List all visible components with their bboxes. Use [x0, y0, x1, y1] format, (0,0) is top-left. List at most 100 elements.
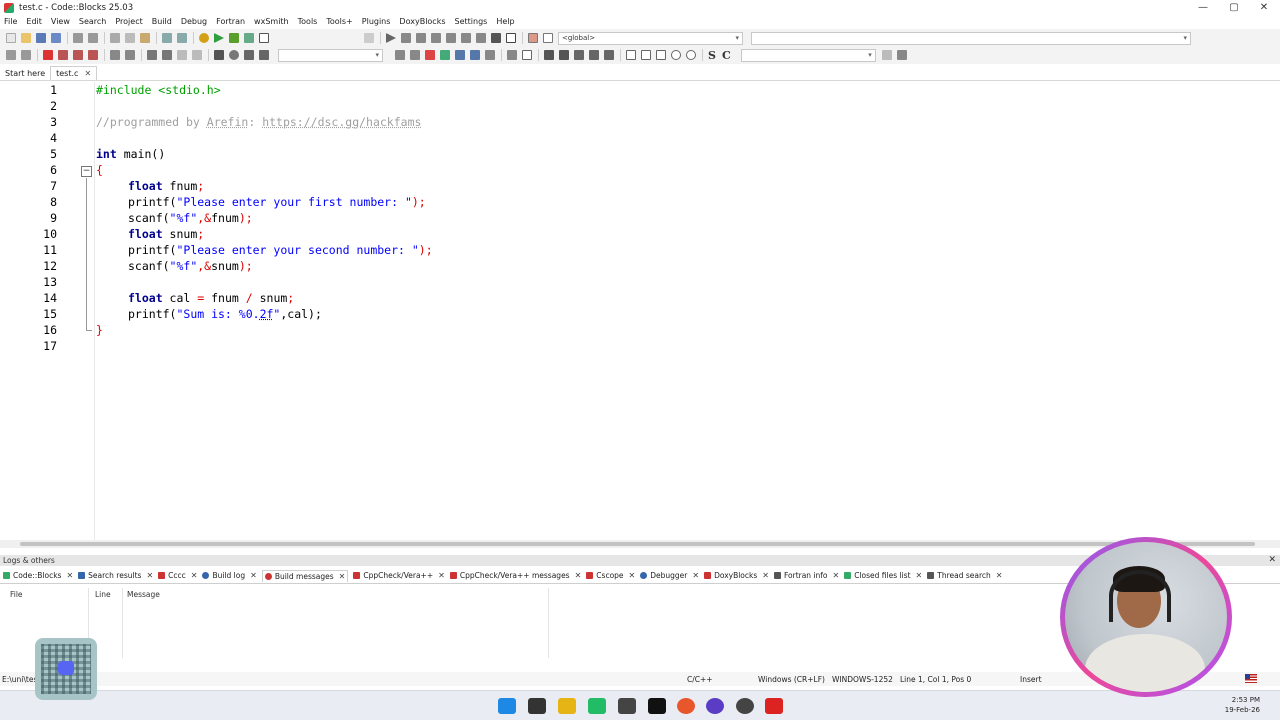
debug-start-icon[interactable] [386, 33, 396, 43]
panel-b-icon[interactable] [641, 50, 651, 60]
layout-a-icon[interactable] [574, 50, 584, 60]
symbol-c-button[interactable]: C [722, 49, 731, 62]
log-tab-build-log[interactable]: Build log ✕ [202, 571, 257, 580]
menu-help[interactable]: Help [496, 17, 514, 26]
tab-test-c[interactable]: test.c ✕ [50, 66, 98, 80]
close-icon[interactable]: ✕ [339, 572, 346, 581]
find-next-icon[interactable] [410, 50, 420, 60]
log-tab-cscope[interactable]: Cscope ✕ [586, 571, 635, 580]
close-icon[interactable]: ✕ [762, 571, 769, 580]
close-icon[interactable]: ✕ [833, 571, 840, 580]
browser-icon[interactable] [706, 698, 724, 714]
jump-back-icon[interactable] [147, 50, 157, 60]
debug-info-icon[interactable] [543, 33, 553, 43]
view-b-icon[interactable] [559, 50, 569, 60]
editor-horizontal-scrollbar[interactable] [0, 540, 1280, 548]
menu-search[interactable]: Search [79, 17, 106, 26]
scope-combo[interactable]: <global> ▾ [558, 31, 743, 45]
regex-icon[interactable] [440, 50, 450, 60]
log-tab-build-messages[interactable]: Build messages ✕ [261, 569, 349, 582]
log-tab-codeblocks[interactable]: Code::Blocks ✕ [3, 571, 73, 580]
find-icon[interactable] [162, 33, 172, 43]
log-tab-cppcheck[interactable]: CppCheck/Vera++ ✕ [353, 571, 445, 580]
uncomment-icon[interactable] [125, 50, 135, 60]
log-tab-debugger[interactable]: Debugger ✕ [640, 571, 699, 580]
close-icon[interactable]: ✕ [575, 571, 582, 580]
open-file-icon[interactable] [21, 33, 31, 43]
chrome-icon[interactable] [736, 698, 754, 714]
column-file[interactable]: File [10, 590, 23, 599]
column-line[interactable]: Line [95, 590, 111, 599]
step-instruction-icon[interactable] [476, 33, 486, 43]
rectangle-icon[interactable] [522, 50, 532, 60]
close-icon[interactable]: ✕ [692, 571, 699, 580]
menu-plugins[interactable]: Plugins [362, 17, 391, 26]
view-a-icon[interactable] [544, 50, 554, 60]
terminal-icon[interactable] [528, 698, 546, 714]
run-icon[interactable] [214, 33, 224, 43]
symbol-search-icon[interactable] [881, 50, 892, 60]
highlight-icon[interactable] [425, 50, 435, 60]
close-icon[interactable]: ✕ [250, 571, 257, 580]
menu-project[interactable]: Project [115, 17, 142, 26]
log-tab-doxyblocks[interactable]: DoxyBlocks ✕ [704, 571, 769, 580]
menu-edit[interactable]: Edit [26, 17, 42, 26]
close-icon[interactable]: ✕ [438, 571, 445, 580]
menu-debug[interactable]: Debug [181, 17, 207, 26]
step-out-icon[interactable] [446, 33, 456, 43]
close-icon[interactable]: ✕ [629, 571, 636, 580]
panel-c-icon[interactable] [656, 50, 666, 60]
forward-icon[interactable] [21, 50, 31, 60]
fold-toggle-icon[interactable]: − [81, 166, 92, 177]
find-prev-icon[interactable] [395, 50, 405, 60]
next-instruction-icon[interactable] [461, 33, 471, 43]
new-file-icon[interactable] [6, 33, 16, 43]
step-into-icon[interactable] [431, 33, 441, 43]
zoom-out-icon[interactable] [686, 50, 696, 60]
firefox-icon[interactable] [677, 698, 695, 714]
column-message[interactable]: Message [127, 590, 160, 599]
match-brace-icon[interactable] [177, 50, 187, 60]
function-combo[interactable]: ▾ [751, 31, 1191, 45]
menu-wxsmith[interactable]: wxSmith [254, 17, 289, 26]
play-macro-icon[interactable] [244, 50, 254, 60]
run-to-cursor-icon[interactable] [401, 33, 411, 43]
menu-settings[interactable]: Settings [455, 17, 488, 26]
rebuild-icon[interactable] [244, 33, 254, 43]
debug-windows-icon[interactable] [528, 33, 538, 43]
log-tab-thread-search[interactable]: Thread search ✕ [927, 571, 1002, 580]
maximize-button[interactable]: ▢ [1218, 0, 1250, 15]
close-icon[interactable]: ✕ [916, 571, 923, 580]
cursor-icon[interactable] [507, 50, 517, 60]
tab-start-here[interactable]: Start here [0, 66, 50, 80]
app-icon[interactable] [588, 698, 606, 714]
code-editor[interactable]: 1 2 3 4 5 6 7 8 9 10 11 12 13 14 15 16 1… [0, 82, 1280, 540]
zoom-in-icon[interactable] [671, 50, 681, 60]
menu-tools[interactable]: Tools [298, 17, 318, 26]
build-target-icon[interactable] [364, 33, 374, 43]
log-tab-closed-files[interactable]: Closed files list ✕ [844, 571, 922, 580]
bookmark-toggle-icon[interactable] [43, 50, 53, 60]
jump-forward-icon[interactable] [162, 50, 172, 60]
stop-debug-icon[interactable] [506, 33, 516, 43]
save-all-icon[interactable] [51, 33, 61, 43]
close-icon[interactable]: ✕ [66, 571, 73, 580]
menu-doxyblocks[interactable]: DoxyBlocks [399, 17, 445, 26]
log-tab-search-results[interactable]: Search results ✕ [78, 571, 153, 580]
back-icon[interactable] [6, 50, 16, 60]
redo-icon[interactable] [88, 33, 98, 43]
log-tab-fortran-info[interactable]: Fortran info ✕ [773, 571, 840, 580]
menu-fortran[interactable]: Fortran [216, 17, 245, 26]
symbol-combo[interactable]: ▾ [740, 48, 876, 62]
replace-icon[interactable] [177, 33, 187, 43]
build-and-run-icon[interactable] [229, 33, 239, 43]
comment-icon[interactable] [110, 50, 120, 60]
close-icon[interactable]: ✕ [1268, 555, 1276, 565]
bookmark-clear-icon[interactable] [88, 50, 98, 60]
menu-build[interactable]: Build [152, 17, 172, 26]
scrollbar-thumb[interactable] [20, 542, 1255, 546]
menu-view[interactable]: View [51, 17, 70, 26]
macro-icon[interactable] [259, 50, 269, 60]
save-icon[interactable] [36, 33, 46, 43]
log-tab-cppcheck-messages[interactable]: CppCheck/Vera++ messages ✕ [449, 571, 582, 580]
